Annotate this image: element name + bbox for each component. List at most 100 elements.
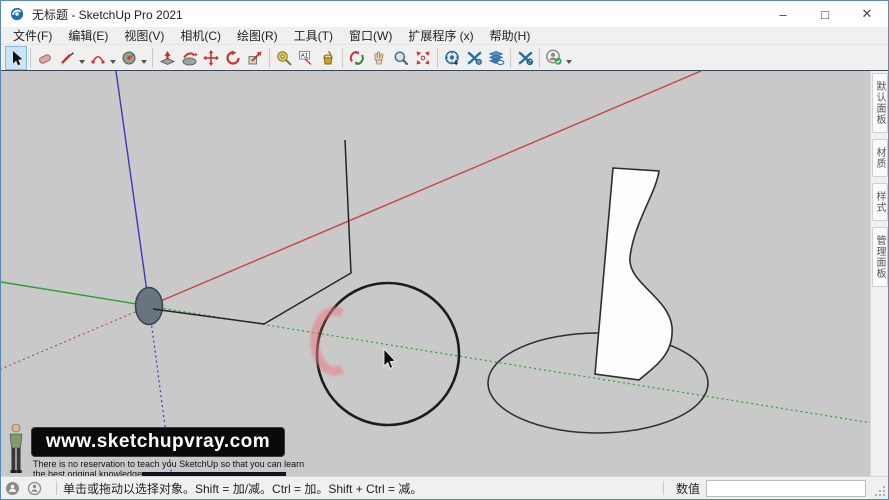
- menubar: 文件(F) 编辑(E) 视图(V) 相机(C) 绘图(R) 工具(T) 窗口(W…: [1, 27, 888, 45]
- watermark-line1: There is no reservation to teach you Ske…: [33, 459, 304, 469]
- watermark-banner: www.sketchupvray.com: [31, 427, 285, 457]
- arc-tool-dropdown[interactable]: [110, 60, 116, 64]
- statusbar-separator: [663, 481, 664, 495]
- credits-icon[interactable]: [27, 481, 42, 496]
- scale-icon: [247, 50, 263, 66]
- toolbar-separator: [152, 48, 153, 68]
- line-tool-dropdown[interactable]: [79, 60, 85, 64]
- toolbar-separator: [510, 48, 511, 68]
- toolbar-separator: [342, 48, 343, 68]
- toolbar-separator: [269, 48, 270, 68]
- scene-canvas: [1, 71, 872, 478]
- share-model-icon: [488, 50, 505, 66]
- select-tool-button[interactable]: [5, 46, 27, 70]
- vase-profile[interactable]: [595, 168, 672, 380]
- main-area: www.sketchupvray.com There is no reserva…: [1, 71, 888, 476]
- tray-strip: 默认面板 材质 样式 管理面板: [870, 71, 888, 476]
- followme-tool-button[interactable]: [178, 46, 200, 70]
- account-icon: [545, 49, 563, 66]
- extension-warehouse-button[interactable]: [441, 46, 463, 70]
- menu-file[interactable]: 文件(F): [5, 27, 60, 45]
- toolbar-separator: [30, 48, 31, 68]
- extension-manager-button[interactable]: [463, 46, 485, 70]
- pushpull-icon: [159, 50, 176, 66]
- pushpull-tool-button[interactable]: [156, 46, 178, 70]
- extension-warehouse-icon: [444, 50, 461, 66]
- rotate-icon: [225, 50, 241, 66]
- eraser-icon: [37, 50, 53, 66]
- window-title: 无标题 - SketchUp Pro 2021: [32, 6, 183, 23]
- menu-draw[interactable]: 绘图(R): [229, 27, 286, 45]
- share-model-button[interactable]: [485, 46, 507, 70]
- titlebar: 无标题 - SketchUp Pro 2021 – □ ✕: [1, 1, 888, 27]
- maximize-button[interactable]: □: [804, 1, 846, 27]
- line-tool-button[interactable]: [56, 46, 78, 70]
- watermark-site: www.sketchupvray.com: [46, 431, 270, 453]
- pan-tool-button[interactable]: [368, 46, 390, 70]
- text-tool-label: A1: [301, 53, 309, 59]
- measurement-input[interactable]: [706, 480, 866, 497]
- orbit-tool-button[interactable]: [346, 46, 368, 70]
- blue-axis-solid[interactable]: [116, 71, 149, 306]
- text-tool-button[interactable]: A1: [295, 46, 317, 70]
- tray-tab-default-panel[interactable]: 默认面板: [872, 73, 888, 133]
- statusbar: 单击或拖动以选择对象。Shift = 加/减。Ctrl = 加。Shift + …: [1, 476, 888, 499]
- menu-window[interactable]: 窗口(W): [341, 27, 400, 45]
- extension-manager-icon: [466, 50, 483, 66]
- scale-tool-button[interactable]: [244, 46, 266, 70]
- line-icon: [59, 50, 75, 66]
- tape-measure-icon: [276, 50, 292, 66]
- eraser-tool-button[interactable]: [34, 46, 56, 70]
- circle-tool-button[interactable]: [118, 46, 140, 70]
- tape-measure-button[interactable]: [273, 46, 295, 70]
- paint-bucket-icon: [320, 50, 336, 66]
- toolbar-separator: [437, 48, 438, 68]
- tray-tab-manage-panel[interactable]: 管理面板: [872, 227, 888, 287]
- toolbar: A1: [1, 45, 888, 71]
- zoom-extents-button[interactable]: [412, 46, 434, 70]
- extension-tools-icon: [517, 50, 534, 66]
- arc-icon: [90, 50, 106, 66]
- zoom-icon: [393, 50, 409, 66]
- orbit-icon: [349, 50, 365, 66]
- circle-icon: [121, 50, 137, 66]
- menu-help[interactable]: 帮助(H): [482, 27, 539, 45]
- zoom-tool-button[interactable]: [390, 46, 412, 70]
- zoom-extents-icon: [415, 50, 431, 66]
- circle-tool-dropdown[interactable]: [141, 60, 147, 64]
- green-axis-solid[interactable]: [1, 282, 149, 306]
- paint-bucket-button[interactable]: [317, 46, 339, 70]
- model-viewport[interactable]: www.sketchupvray.com There is no reserva…: [1, 71, 870, 476]
- red-axis-dotted[interactable]: [1, 306, 149, 369]
- followme-icon: [181, 50, 198, 66]
- extension-tools-button[interactable]: [514, 46, 536, 70]
- menu-view[interactable]: 视图(V): [116, 27, 172, 45]
- move-tool-button[interactable]: [200, 46, 222, 70]
- menu-camera[interactable]: 相机(C): [172, 27, 229, 45]
- app-logo-icon: [10, 7, 24, 21]
- toolbar-separator: [539, 48, 540, 68]
- tray-tab-materials[interactable]: 材质: [872, 139, 888, 177]
- menu-edit[interactable]: 编辑(E): [60, 27, 116, 45]
- arc-tool-button[interactable]: [87, 46, 109, 70]
- account-button[interactable]: [543, 46, 565, 70]
- sketchup-window: 无标题 - SketchUp Pro 2021 – □ ✕ 文件(F) 编辑(E…: [0, 0, 889, 500]
- menu-tools[interactable]: 工具(T): [286, 27, 341, 45]
- tray-tab-styles[interactable]: 样式: [872, 183, 888, 221]
- move-icon: [203, 50, 219, 66]
- account-dropdown[interactable]: [566, 60, 572, 64]
- geolocation-icon[interactable]: [5, 481, 20, 496]
- resize-grip[interactable]: [874, 485, 886, 497]
- text-icon: A1: [298, 50, 314, 66]
- selection-highlight-arc: [315, 311, 342, 371]
- status-hint: 单击或拖动以选择对象。Shift = 加/减。Ctrl = 加。Shift + …: [63, 480, 422, 497]
- pan-icon: [371, 50, 387, 66]
- origin-sphere[interactable]: [136, 288, 163, 325]
- rotate-tool-button[interactable]: [222, 46, 244, 70]
- measurement-label: 数值: [676, 480, 700, 497]
- menu-extensions[interactable]: 扩展程序 (x): [400, 27, 481, 45]
- select-icon: [8, 50, 24, 66]
- minimize-button[interactable]: –: [762, 1, 804, 27]
- close-button[interactable]: ✕: [846, 1, 888, 27]
- statusbar-separator: [56, 481, 57, 495]
